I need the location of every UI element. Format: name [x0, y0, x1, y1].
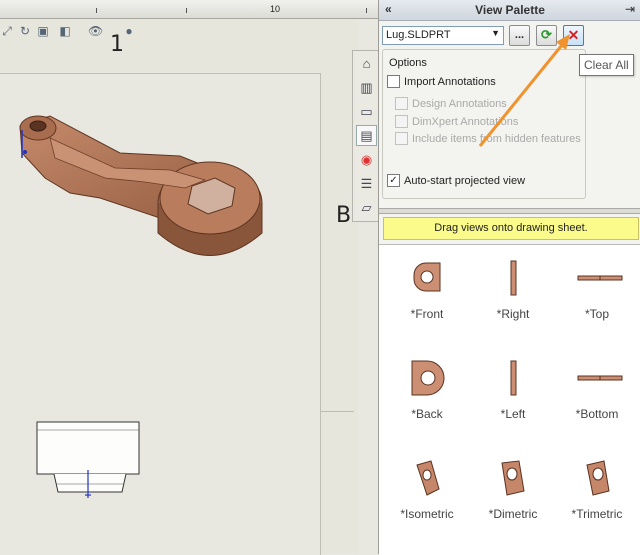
properties-icon[interactable]: ☰	[356, 173, 377, 194]
view-label: *Left	[500, 407, 526, 421]
ruler-tick	[186, 8, 187, 13]
view-label: *Back	[411, 407, 443, 421]
view-trimetric[interactable]: *Trimetric	[557, 459, 637, 539]
scene-icon[interactable]: ●	[122, 24, 136, 38]
left-view-icon	[510, 360, 517, 396]
checkbox-label: Auto-start projected view	[404, 174, 526, 187]
checkbox-box	[395, 115, 408, 128]
dimetric-view-icon	[501, 460, 525, 496]
checkbox-box	[395, 97, 408, 110]
pane-splitter[interactable]	[379, 208, 640, 214]
checkmark-icon[interactable]: ✓	[387, 174, 400, 187]
view-back[interactable]: *Back	[387, 359, 467, 439]
top-view-icon	[577, 275, 623, 281]
drawing-area[interactable]: 1 B	[0, 0, 358, 555]
zone-marker-b: B	[336, 203, 352, 228]
view-left[interactable]: *Left	[473, 359, 553, 439]
home-icon[interactable]: ⌂	[356, 53, 377, 74]
checkbox-box	[395, 132, 408, 145]
view-label: *Dimetric	[488, 507, 538, 521]
forum-icon[interactable]: ▱	[356, 197, 377, 218]
view-isometric[interactable]: *Isometric	[387, 459, 467, 539]
hide-show-icon[interactable]: 👁	[88, 24, 103, 38]
annotation-arrow	[478, 34, 570, 147]
view-label: *Trimetric	[571, 507, 623, 521]
clear-all-tooltip: Clear All	[579, 54, 634, 76]
pin-icon[interactable]: ⇥	[625, 2, 635, 16]
front-view-outline[interactable]	[30, 418, 150, 502]
zoom-to-fit-icon[interactable]: ⤢	[0, 24, 14, 38]
view-label: *Isometric	[400, 507, 454, 521]
palette-title-bar: « View Palette ⇥	[379, 0, 640, 21]
top-ruler: 10	[0, 0, 378, 19]
palette-title: View Palette	[475, 3, 545, 17]
drag-views-banner: Drag views onto drawing sheet.	[383, 217, 639, 240]
view-top[interactable]: *Top	[557, 259, 637, 339]
options-label: Options	[389, 57, 427, 69]
rotate-icon[interactable]: ↻	[18, 24, 32, 38]
sheet-border-line	[320, 411, 354, 412]
view-dimetric[interactable]: *Dimetric	[473, 459, 553, 539]
lug-isometric-model[interactable]	[10, 108, 270, 288]
ruler-tick	[366, 8, 367, 13]
checkbox-box[interactable]	[387, 75, 400, 88]
task-pane-tabs: ⌂ ▥ ▭ ▤ ◉ ☰ ▱	[352, 50, 379, 222]
ruler-label: 10	[270, 4, 281, 14]
section-view-icon[interactable]: ▣	[36, 24, 50, 38]
part-icon[interactable]: ▥	[356, 77, 377, 98]
view-label: *Right	[496, 307, 530, 321]
ruler-tick	[96, 8, 97, 13]
appearances-icon[interactable]: ◉	[356, 149, 377, 170]
right-view-icon	[510, 260, 517, 296]
views-grid: *Front *Right *Top *Back *Left *Bottom *…	[379, 244, 640, 555]
view-palette-icon[interactable]: ▤	[356, 125, 377, 146]
bottom-view-icon	[577, 375, 623, 381]
back-view-icon	[411, 360, 445, 396]
auto-start-projected-view-checkbox[interactable]: ✓ Auto-start projected view	[387, 174, 525, 187]
view-right[interactable]: *Right	[473, 259, 553, 339]
view-bottom[interactable]: *Bottom	[557, 359, 637, 439]
isometric-view-icon	[416, 460, 440, 496]
trimetric-view-icon	[586, 460, 610, 496]
display-style-icon[interactable]: ◧	[58, 24, 72, 38]
view-label: *Front	[410, 307, 444, 321]
view-front[interactable]: *Front	[387, 259, 467, 339]
folder-icon[interactable]: ▭	[356, 101, 377, 122]
view-label: *Top	[584, 307, 610, 321]
view-label: *Bottom	[575, 407, 619, 421]
front-view-icon	[413, 262, 441, 292]
file-select-value: Lug.SLDPRT	[386, 29, 451, 41]
